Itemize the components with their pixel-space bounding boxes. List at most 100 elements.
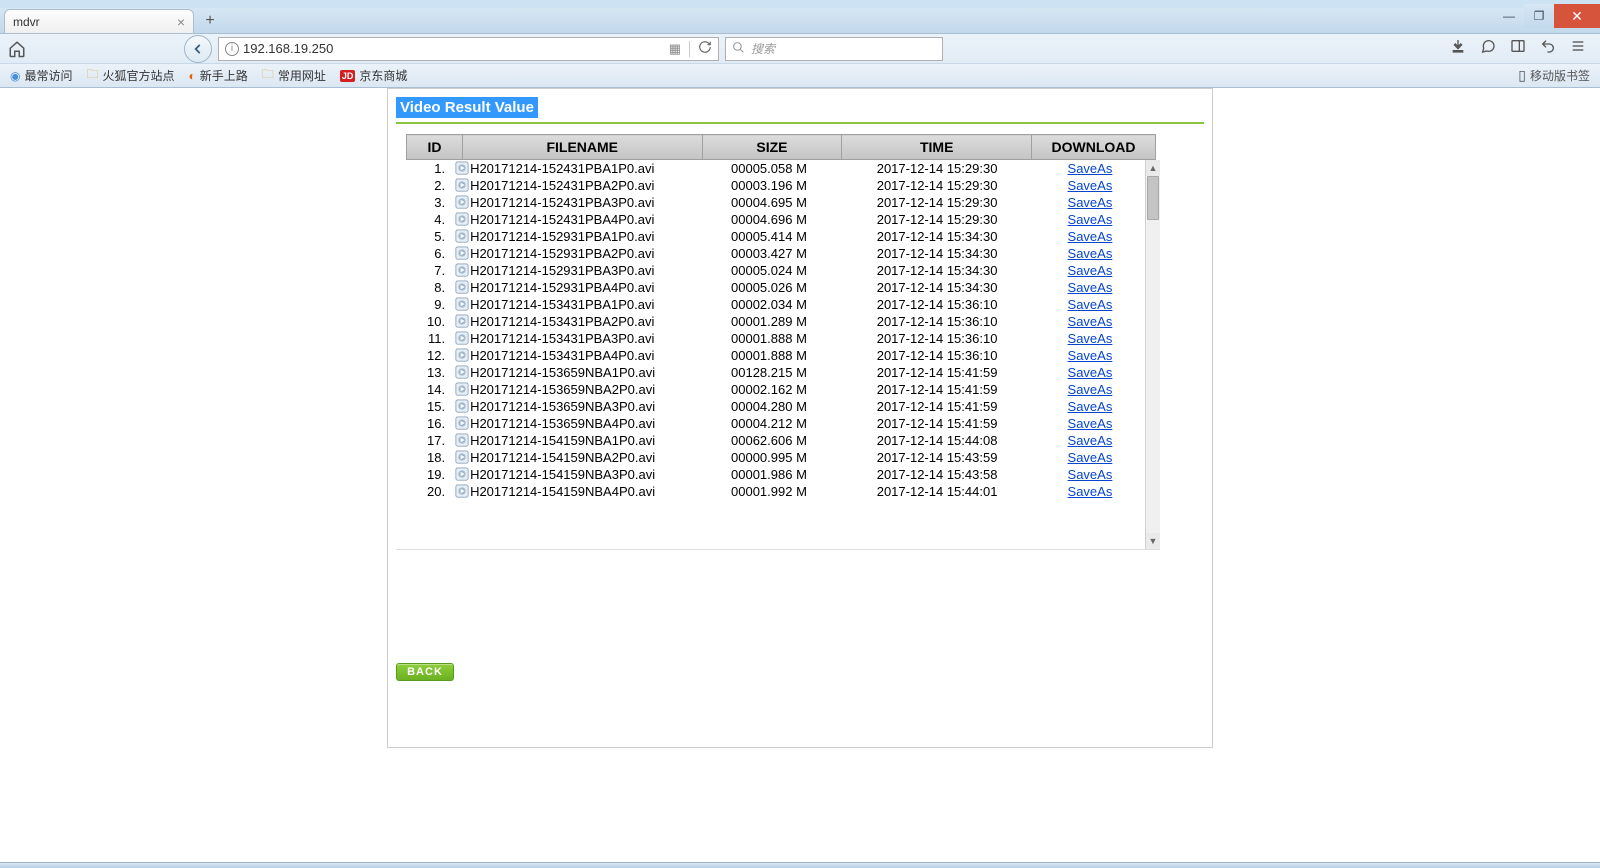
cell-id: 7. <box>396 262 453 279</box>
video-table-header: ID FILENAME SIZE TIME DOWNLOAD <box>406 134 1156 160</box>
save-as-link[interactable]: SaveAs <box>1068 467 1113 482</box>
nav-bar: i 192.168.19.250 ▦ 搜索 <box>0 34 1600 64</box>
cell-filename: H20171214-154159NBA1P0.avi <box>453 432 698 449</box>
scroll-thumb[interactable] <box>1147 176 1159 220</box>
save-as-link[interactable]: SaveAs <box>1068 178 1113 193</box>
save-as-link[interactable]: SaveAs <box>1068 195 1113 210</box>
save-as-link[interactable]: SaveAs <box>1068 365 1113 380</box>
cell-size: 00004.280 M <box>698 398 841 415</box>
taskbar <box>0 862 1600 868</box>
undo-icon[interactable] <box>1540 38 1556 59</box>
save-as-link[interactable]: SaveAs <box>1068 382 1113 397</box>
cell-filename: H20171214-153659NBA1P0.avi <box>453 364 698 381</box>
table-row: 12.H20171214-153431PBA4P0.avi00001.888 M… <box>396 347 1146 364</box>
cell-filename: H20171214-152431PBA2P0.avi <box>453 177 698 194</box>
cell-time: 2017-12-14 15:43:59 <box>840 449 1034 466</box>
cell-download: SaveAs <box>1034 415 1146 432</box>
save-as-link[interactable]: SaveAs <box>1068 280 1113 295</box>
cell-size: 00004.212 M <box>698 415 841 432</box>
cell-time: 2017-12-14 15:43:58 <box>840 466 1034 483</box>
save-as-link[interactable]: SaveAs <box>1068 399 1113 414</box>
cell-id: 6. <box>396 245 453 262</box>
search-bar[interactable]: 搜索 <box>725 37 943 61</box>
window-maximize-button[interactable]: ❐ <box>1524 4 1554 28</box>
bookmark-label: 火狐官方站点 <box>103 67 175 84</box>
back-button[interactable] <box>184 35 212 63</box>
save-as-link[interactable]: SaveAs <box>1068 212 1113 227</box>
cell-download: SaveAs <box>1034 313 1146 330</box>
col-header-download: DOWNLOAD <box>1032 135 1156 160</box>
col-header-time: TIME <box>842 135 1032 160</box>
cell-filename: H20171214-153431PBA2P0.avi <box>453 313 698 330</box>
cell-download: SaveAs <box>1034 160 1146 177</box>
save-as-link[interactable]: SaveAs <box>1068 246 1113 261</box>
save-as-link[interactable]: SaveAs <box>1068 416 1113 431</box>
downloads-icon[interactable] <box>1450 38 1466 59</box>
cell-time: 2017-12-14 15:34:30 <box>840 228 1034 245</box>
window-minimize-button[interactable]: — <box>1494 4 1524 28</box>
refresh-icon[interactable] <box>698 40 712 57</box>
page-content: Video Result Value ID FILENAME SIZE TIME… <box>0 88 1600 862</box>
col-header-filename: FILENAME <box>462 135 702 160</box>
folder-icon: 🗀 <box>262 65 274 86</box>
cell-filename: H20171214-153431PBA1P0.avi <box>453 296 698 313</box>
scroll-up-icon[interactable]: ▲ <box>1146 160 1160 176</box>
save-as-link[interactable]: SaveAs <box>1068 229 1113 244</box>
cell-id: 2. <box>396 177 453 194</box>
url-bar[interactable]: i 192.168.19.250 ▦ <box>218 37 719 61</box>
scroll-down-icon[interactable]: ▼ <box>1146 533 1160 549</box>
save-as-link[interactable]: SaveAs <box>1068 433 1113 448</box>
sidebar-icon[interactable] <box>1510 38 1526 59</box>
cell-download: SaveAs <box>1034 279 1146 296</box>
save-as-link[interactable]: SaveAs <box>1068 314 1113 329</box>
scrollbar[interactable]: ▲ ▼ <box>1145 160 1160 549</box>
cell-filename: H20171214-153659NBA3P0.avi <box>453 398 698 415</box>
cell-download: SaveAs <box>1034 364 1146 381</box>
save-as-link[interactable]: SaveAs <box>1068 484 1113 499</box>
site-info-icon[interactable]: i <box>225 42 239 56</box>
table-row: 17.H20171214-154159NBA1P0.avi00062.606 M… <box>396 432 1146 449</box>
bookmark-most-visited[interactable]: ◉ 最常访问 <box>10 67 73 84</box>
home-button[interactable] <box>6 38 28 60</box>
cell-size: 00000.995 M <box>698 449 841 466</box>
chat-icon[interactable] <box>1480 38 1496 59</box>
save-as-link[interactable]: SaveAs <box>1068 450 1113 465</box>
save-as-link[interactable]: SaveAs <box>1068 297 1113 312</box>
video-file-icon <box>455 348 469 362</box>
bookmark-firefox-official[interactable]: 🗀 火狐官方站点 <box>87 65 175 86</box>
cell-download: SaveAs <box>1034 449 1146 466</box>
table-row: 1.H20171214-152431PBA1P0.avi00005.058 M2… <box>396 160 1146 177</box>
scroll-track[interactable] <box>1146 176 1160 533</box>
bookmark-jd[interactable]: JD 京东商城 <box>340 67 408 84</box>
cell-download: SaveAs <box>1034 432 1146 449</box>
bookmark-getting-started[interactable]: ◐ 新手上路 <box>189 67 248 84</box>
cell-download: SaveAs <box>1034 211 1146 228</box>
bookmark-label: 常用网址 <box>278 67 326 84</box>
video-file-icon <box>455 280 469 294</box>
save-as-link[interactable]: SaveAs <box>1068 331 1113 346</box>
save-as-link[interactable]: SaveAs <box>1068 161 1113 176</box>
close-tab-icon[interactable]: × <box>177 14 185 30</box>
window-close-button[interactable]: ✕ <box>1554 4 1600 28</box>
mobile-bookmarks[interactable]: ▯ 移动版书签 <box>1518 67 1590 84</box>
cell-filename: H20171214-152931PBA1P0.avi <box>453 228 698 245</box>
cell-size: 00001.888 M <box>698 347 841 364</box>
table-row: 15.H20171214-153659NBA3P0.avi00004.280 M… <box>396 398 1146 415</box>
menu-icon[interactable] <box>1570 38 1586 59</box>
video-file-icon <box>455 467 469 481</box>
save-as-link[interactable]: SaveAs <box>1068 348 1113 363</box>
cell-download: SaveAs <box>1034 483 1146 500</box>
video-file-icon <box>455 484 469 498</box>
new-tab-button[interactable]: + <box>198 11 222 31</box>
video-file-icon <box>455 399 469 413</box>
table-row: 13.H20171214-153659NBA1P0.avi00128.215 M… <box>396 364 1146 381</box>
video-file-icon <box>455 212 469 226</box>
bookmark-common-sites[interactable]: 🗀 常用网址 <box>262 65 326 86</box>
browser-tab[interactable]: mdvr × <box>4 9 194 33</box>
cell-size: 00128.215 M <box>698 364 841 381</box>
back-button[interactable]: BACK <box>396 663 454 681</box>
qr-icon[interactable]: ▦ <box>669 41 681 57</box>
save-as-link[interactable]: SaveAs <box>1068 263 1113 278</box>
cell-size: 00003.427 M <box>698 245 841 262</box>
cell-size: 00005.058 M <box>698 160 841 177</box>
